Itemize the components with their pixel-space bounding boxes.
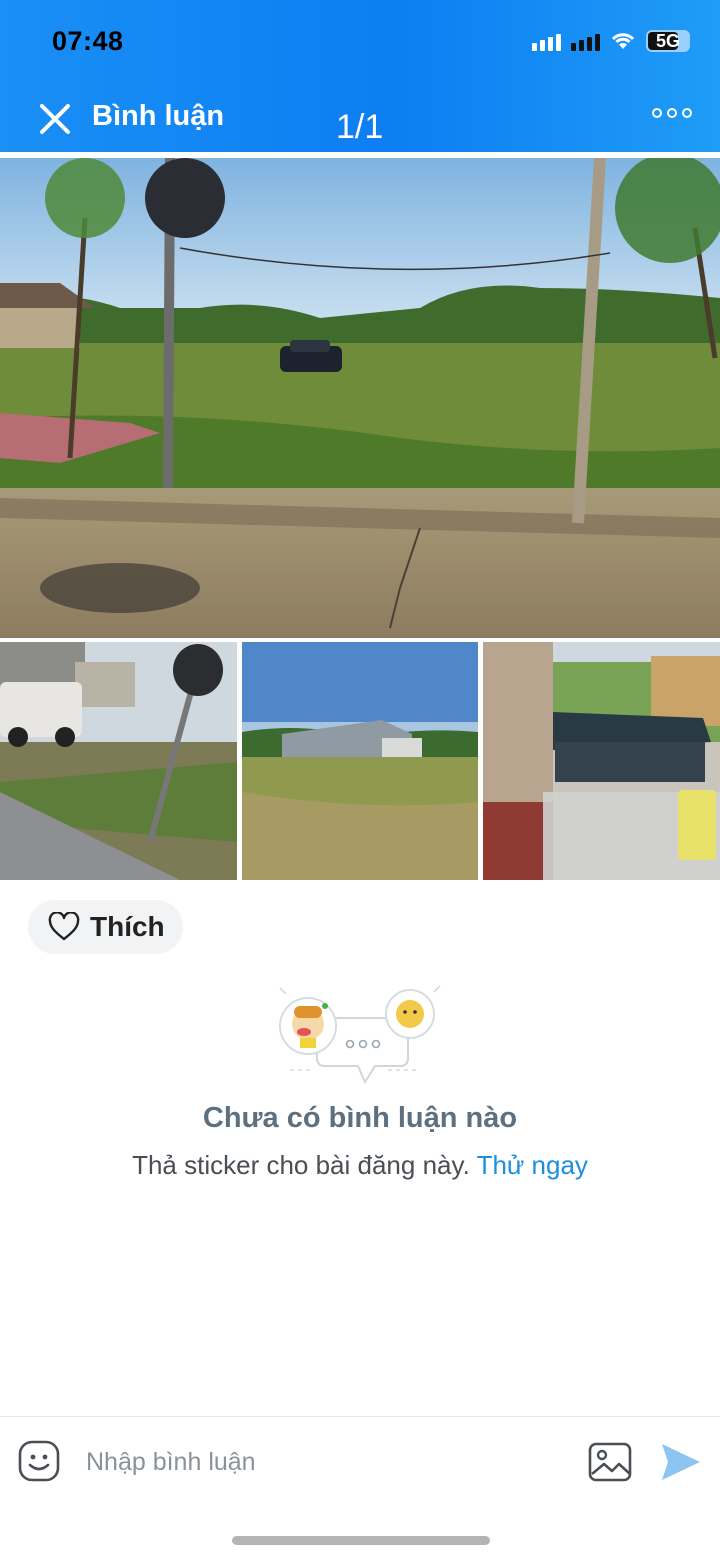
empty-comments-illustration xyxy=(279,985,441,1085)
image-icon[interactable] xyxy=(588,1442,632,1482)
battery-icon: 5G xyxy=(646,30,690,52)
home-indicator xyxy=(232,1536,490,1545)
try-sticker-link[interactable]: Thử ngay xyxy=(477,1150,588,1180)
sticker-icon[interactable] xyxy=(18,1440,60,1482)
status-time: 07:48 xyxy=(52,26,124,56)
post-photo-thumb-1[interactable] xyxy=(0,642,237,880)
like-label: Thích xyxy=(90,911,165,942)
empty-state-hint: Thả sticker cho bài đăng này. xyxy=(132,1150,470,1180)
signal-icon-secondary xyxy=(571,31,600,51)
status-indicators: 5G xyxy=(532,30,690,52)
network-label: 5G xyxy=(656,30,681,51)
post-photo-main[interactable] xyxy=(0,158,720,638)
send-icon[interactable] xyxy=(660,1442,702,1482)
heart-icon xyxy=(48,912,80,941)
post-photo-thumb-2[interactable] xyxy=(242,642,478,880)
signal-icon xyxy=(532,31,561,51)
page-title: Bình luận xyxy=(92,100,225,132)
wifi-icon xyxy=(611,33,635,49)
empty-state-title: Chưa có bình luận nào xyxy=(202,1102,518,1134)
like-button[interactable]: Thích xyxy=(28,900,183,954)
more-icon[interactable] xyxy=(652,108,692,118)
comments-screen: 07:48 5G Bình luận 1/1 Thích Chưa có bìn… xyxy=(0,0,720,1558)
close-icon[interactable] xyxy=(38,102,72,136)
empty-state-subtitle: Thả sticker cho bài đăng này. Thử ngay xyxy=(0,1150,720,1181)
composer-divider xyxy=(0,1416,720,1417)
header-bar: 07:48 5G Bình luận 1/1 xyxy=(0,0,720,152)
post-photo-thumb-3[interactable] xyxy=(483,642,720,880)
comment-input[interactable] xyxy=(86,1442,566,1482)
photo-counter: 1/1 xyxy=(336,108,384,146)
